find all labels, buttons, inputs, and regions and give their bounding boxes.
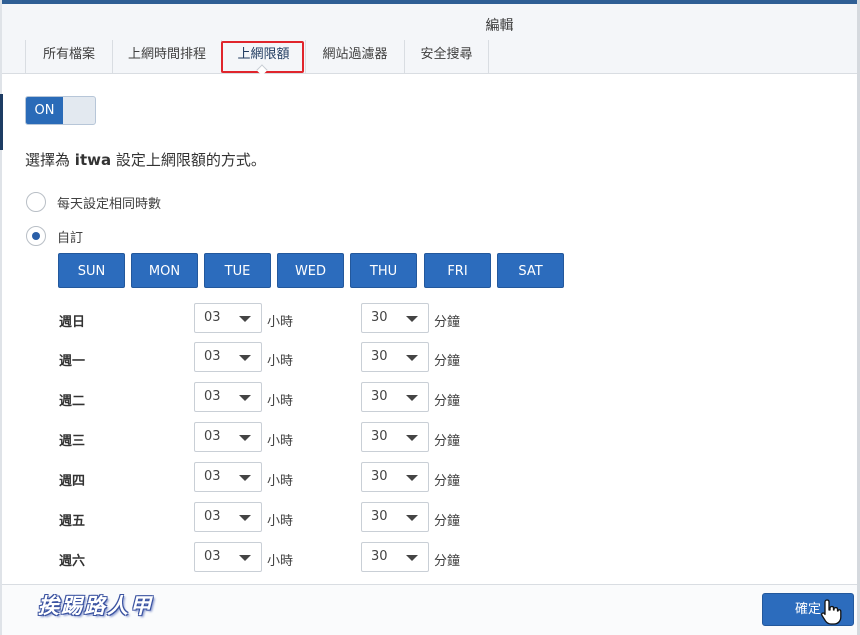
dialog-title: 編輯: [485, 18, 514, 34]
hours-value: 03: [204, 429, 221, 444]
minutes-unit: 分鐘: [434, 554, 461, 569]
hours-value: 03: [204, 349, 221, 364]
minutes-unit: 分鐘: [434, 315, 461, 330]
chevron-down-icon: [239, 435, 251, 441]
hours-select-wed[interactable]: 03: [194, 422, 262, 452]
hours-value: 03: [204, 549, 221, 564]
hours-unit: 小時: [267, 554, 294, 569]
day-button-mon[interactable]: MON: [131, 253, 198, 288]
minutes-unit: 分鐘: [434, 354, 461, 369]
minutes-select-sat[interactable]: 30: [361, 542, 429, 572]
minutes-unit: 分鐘: [434, 474, 461, 489]
chevron-down-icon: [239, 395, 251, 401]
hours-select-thu[interactable]: 03: [194, 462, 262, 492]
minutes-value: 30: [371, 349, 388, 364]
hours-unit: 小時: [267, 315, 294, 330]
day-button-thu[interactable]: THU: [350, 253, 417, 288]
minutes-value: 30: [371, 429, 388, 444]
hours-unit: 小時: [267, 394, 294, 409]
chevron-down-icon: [406, 395, 418, 401]
chevron-down-icon: [406, 475, 418, 481]
minutes-value: 30: [371, 389, 388, 404]
day-button-sat[interactable]: SAT: [497, 253, 564, 288]
hours-select-sat[interactable]: 03: [194, 542, 262, 572]
hours-select-mon[interactable]: 03: [194, 342, 262, 372]
row-label-tue: 週二: [59, 394, 86, 409]
hours-unit: 小時: [267, 434, 294, 449]
row-label-fri: 週五: [59, 514, 86, 529]
row-label-thu: 週四: [59, 474, 86, 489]
minutes-value: 30: [371, 310, 388, 325]
minutes-select-mon[interactable]: 30: [361, 342, 429, 372]
day-button-fri[interactable]: FRI: [424, 253, 491, 288]
hand-cursor-icon: [821, 599, 842, 625]
tab-schedule[interactable]: 上網時間排程: [113, 40, 222, 74]
chevron-down-icon: [406, 515, 418, 521]
hours-unit: 小時: [267, 514, 294, 529]
chevron-down-icon: [239, 355, 251, 361]
watermark-logo: 挨踢路人甲: [38, 593, 153, 618]
minutes-value: 30: [371, 549, 388, 564]
hours-select-fri[interactable]: 03: [194, 502, 262, 532]
minutes-select-tue[interactable]: 30: [361, 382, 429, 412]
left-panel-marker: [0, 94, 3, 150]
hours-unit: 小時: [267, 354, 294, 369]
prompt-prefix: 選擇為: [25, 151, 71, 169]
tab-all-files[interactable]: 所有檔案: [25, 40, 113, 74]
minutes-select-fri[interactable]: 30: [361, 502, 429, 532]
hours-select-tue[interactable]: 03: [194, 382, 262, 412]
hours-value: 03: [204, 509, 221, 524]
row-label-mon: 週一: [59, 354, 86, 369]
tab-web-filter[interactable]: 網站過濾器: [306, 40, 405, 74]
chevron-down-icon: [406, 435, 418, 441]
tab-bar: 所有檔案 上網時間排程 上網限額 網站過濾器 安全搜尋: [2, 40, 857, 74]
minutes-select-sun[interactable]: 30: [361, 303, 429, 333]
prompt-suffix: 設定上網限額的方式。: [115, 151, 266, 169]
mode-custom[interactable]: 自訂: [26, 225, 83, 247]
radio-same-daily[interactable]: [26, 192, 46, 212]
chevron-down-icon: [239, 316, 251, 322]
minutes-unit: 分鐘: [434, 394, 461, 409]
hours-select-sun[interactable]: 03: [194, 303, 262, 333]
minutes-unit: 分鐘: [434, 514, 461, 529]
minutes-select-wed[interactable]: 30: [361, 422, 429, 452]
minutes-value: 30: [371, 509, 388, 524]
chevron-down-icon: [239, 475, 251, 481]
chevron-down-icon: [406, 355, 418, 361]
hours-value: 03: [204, 469, 221, 484]
tab-safe-search[interactable]: 安全搜尋: [405, 40, 489, 74]
dialog-header: 編輯: [2, 4, 857, 40]
chevron-down-icon: [406, 555, 418, 561]
radio-same-daily-label: 每天設定相同時數: [57, 196, 162, 212]
minutes-select-thu[interactable]: 30: [361, 462, 429, 492]
day-button-sun[interactable]: SUN: [58, 253, 125, 288]
day-button-tue[interactable]: TUE: [204, 253, 271, 288]
toggle-on-label: ON: [26, 97, 63, 124]
hours-value: 03: [204, 310, 221, 325]
hours-unit: 小時: [267, 474, 294, 489]
hours-value: 03: [204, 389, 221, 404]
row-label-wed: 週三: [59, 434, 86, 449]
row-label-sun: 週日: [59, 315, 86, 330]
chevron-down-icon: [406, 316, 418, 322]
quota-prompt: 選擇為 itwa 設定上網限額的方式。: [25, 149, 266, 170]
day-button-wed[interactable]: WED: [277, 253, 344, 288]
chevron-down-icon: [239, 555, 251, 561]
row-label-sat: 週六: [59, 554, 86, 569]
prompt-user: itwa: [74, 151, 112, 169]
minutes-unit: 分鐘: [434, 434, 461, 449]
chevron-down-icon: [239, 515, 251, 521]
minutes-value: 30: [371, 469, 388, 484]
radio-custom[interactable]: [26, 226, 46, 246]
radio-custom-label: 自訂: [57, 230, 84, 246]
mode-same-daily[interactable]: 每天設定相同時數: [26, 191, 161, 213]
quota-toggle[interactable]: ON: [25, 96, 96, 125]
